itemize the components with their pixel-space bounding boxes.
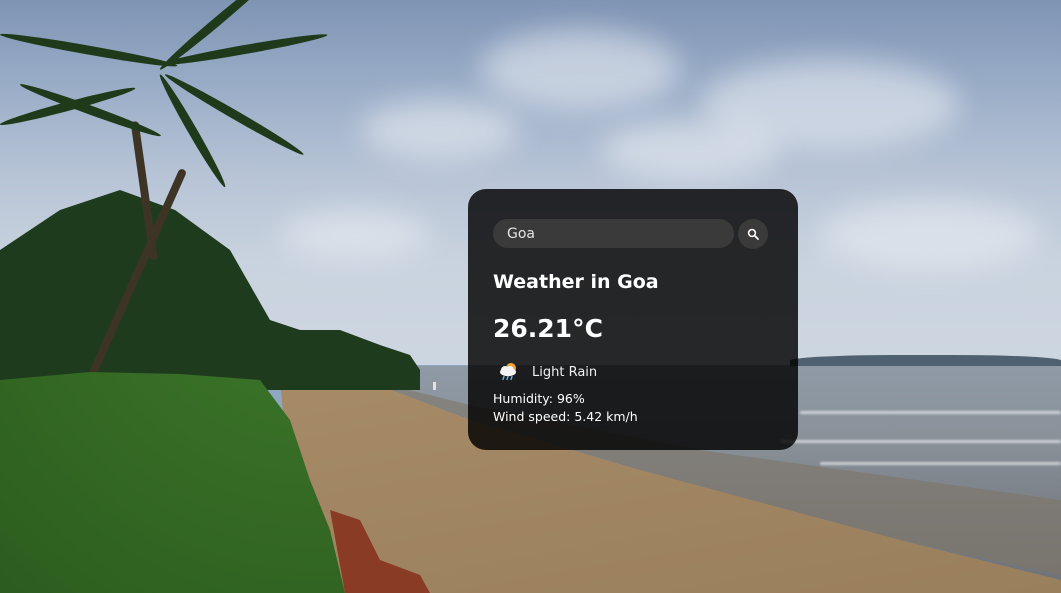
search-icon	[747, 228, 759, 240]
city-title: Weather in Goa	[493, 271, 659, 293]
cloud-rain-sun-icon	[500, 363, 516, 381]
temperature: 26.21°C	[493, 314, 603, 343]
condition-row: Light Rain	[493, 361, 773, 385]
search-input[interactable]	[493, 219, 734, 248]
humidity-reading: Humidity: 96%	[493, 391, 585, 406]
condition-description: Light Rain	[532, 365, 598, 380]
search-button[interactable]	[738, 219, 768, 249]
search-bar	[493, 219, 773, 249]
wind-speed-reading: Wind speed: 5.42 km/h	[493, 409, 638, 424]
weather-card: Weather in Goa 26.21°C Light Rain Humidi…	[468, 189, 798, 450]
